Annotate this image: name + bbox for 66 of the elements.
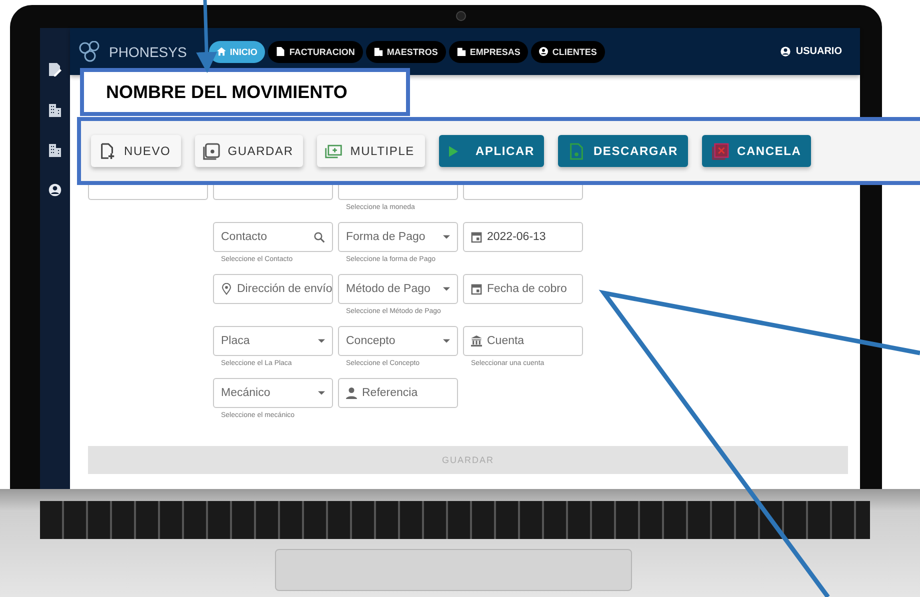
toolbar-button[interactable]: APLICAR <box>438 135 544 167</box>
field-placeholder: Contacto <box>221 231 268 243</box>
input-field[interactable] <box>88 185 208 200</box>
field-placeholder: Dirección de envío <box>237 283 332 295</box>
document-icon <box>568 142 586 160</box>
field-placeholder: Mecánico <box>221 387 272 399</box>
input-field[interactable]: Fecha de cobro <box>463 274 583 304</box>
input-field[interactable]: Mecánico <box>213 378 333 408</box>
field-placeholder: Placa <box>221 335 251 347</box>
field-placeholder: Referencia <box>362 387 419 399</box>
image-stack-plus-icon <box>325 142 342 160</box>
input-field[interactable]: Dirección de envío <box>213 274 333 304</box>
input-field[interactable] <box>213 185 333 200</box>
input-field[interactable] <box>338 185 458 200</box>
field-placeholder: Concepto <box>346 335 396 347</box>
user-circle-icon[interactable] <box>48 182 62 198</box>
toolbar-button[interactable]: GUARDAR <box>194 135 304 167</box>
toolbar-button[interactable]: MULTIPLE <box>317 135 424 167</box>
input-field[interactable]: 2022-06-13 <box>463 222 583 252</box>
toolbar-button[interactable]: CANCELA <box>702 135 812 167</box>
field-placeholder: Método de Pago <box>346 283 432 295</box>
input-field[interactable]: Método de Pago <box>338 274 458 304</box>
dropdown-caret-icon[interactable] <box>443 287 450 291</box>
camera-icon <box>456 11 466 21</box>
dropdown-caret-icon[interactable] <box>318 391 325 395</box>
nav-tab[interactable]: MAESTROS <box>366 40 446 62</box>
dropdown-caret-icon[interactable] <box>318 339 325 343</box>
user-circle-icon <box>780 46 791 57</box>
input-field[interactable]: Placa <box>213 326 333 356</box>
person-icon <box>346 387 357 399</box>
user-circle-icon <box>539 47 548 56</box>
input-field[interactable]: Cuenta <box>463 326 583 356</box>
dropdown-caret-icon[interactable] <box>443 339 450 343</box>
dropdown-caret-icon[interactable] <box>443 235 450 239</box>
calendar-icon <box>471 231 482 243</box>
nav-tab[interactable]: CLIENTES <box>531 40 605 62</box>
calendar-icon <box>471 283 482 295</box>
input-field[interactable]: Contacto <box>213 222 333 252</box>
bank-icon <box>471 335 482 347</box>
toolbar-button[interactable]: NUEVO <box>91 135 181 167</box>
field-placeholder: Forma de Pago <box>346 231 426 243</box>
annotation-label: NOMBRE DEL MOVIMIENTO <box>80 68 410 116</box>
building-icon <box>374 47 383 56</box>
field-placeholder: Fecha de cobro <box>487 283 568 295</box>
input-field[interactable] <box>463 185 583 200</box>
building-icon <box>456 47 466 56</box>
nav-tab[interactable]: EMPRESAS <box>448 40 528 62</box>
nav-tab[interactable]: FACTURACION <box>268 40 363 62</box>
search-icon[interactable] <box>314 232 325 242</box>
document-icon <box>276 47 286 56</box>
close-square-icon <box>712 142 729 160</box>
building-icon[interactable] <box>48 142 62 158</box>
user-menu-button[interactable]: USUARIO <box>774 45 848 58</box>
building-icon[interactable] <box>48 102 62 118</box>
input-field[interactable]: Concepto <box>338 326 458 356</box>
play-icon <box>448 146 458 156</box>
input-field[interactable]: Forma de Pago <box>338 222 458 252</box>
input-field[interactable]: Referencia <box>338 378 458 408</box>
location-pin-icon <box>221 283 232 295</box>
app-logo-text: PHONESYS <box>109 44 187 60</box>
document-edit-icon[interactable] <box>48 62 62 78</box>
toolbar-button[interactable]: DESCARGAR <box>558 135 688 167</box>
home-icon <box>216 47 226 56</box>
field-placeholder: Cuenta <box>487 335 526 347</box>
field-value: 2022-06-13 <box>487 231 547 243</box>
file-plus-icon <box>99 142 116 160</box>
